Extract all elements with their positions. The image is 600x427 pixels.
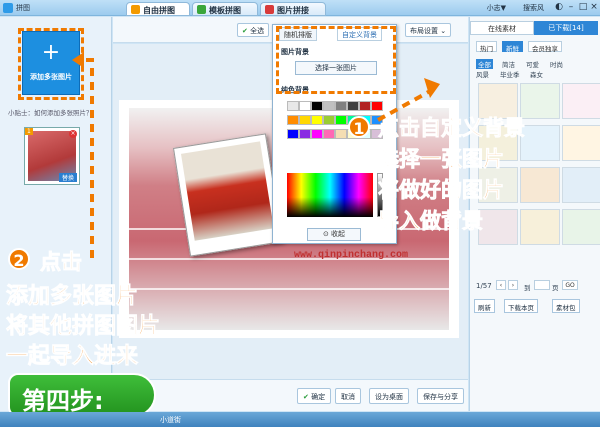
annotation-line: 导入做背景 bbox=[378, 209, 484, 234]
annotation-line: 将做好的图片 bbox=[378, 178, 505, 203]
annotation-line: 一起导入进来 bbox=[6, 344, 139, 370]
status-text: 小道街 bbox=[160, 416, 181, 424]
annotation-line: 添加多张图片 bbox=[6, 284, 139, 310]
step-four-banner: 第四步: bbox=[8, 373, 156, 417]
annotation-line: 点击自定义背景 bbox=[378, 116, 526, 141]
annotation-line: 将其他拼图图片 bbox=[6, 314, 161, 340]
step-one-badge: 1 bbox=[348, 116, 370, 138]
annotation-line: 点击 bbox=[40, 250, 83, 275]
status-bar: 小道街 bbox=[0, 412, 600, 427]
step-two-badge: 2 bbox=[8, 248, 30, 270]
annotation-line: 选择一张图片 bbox=[378, 147, 505, 172]
